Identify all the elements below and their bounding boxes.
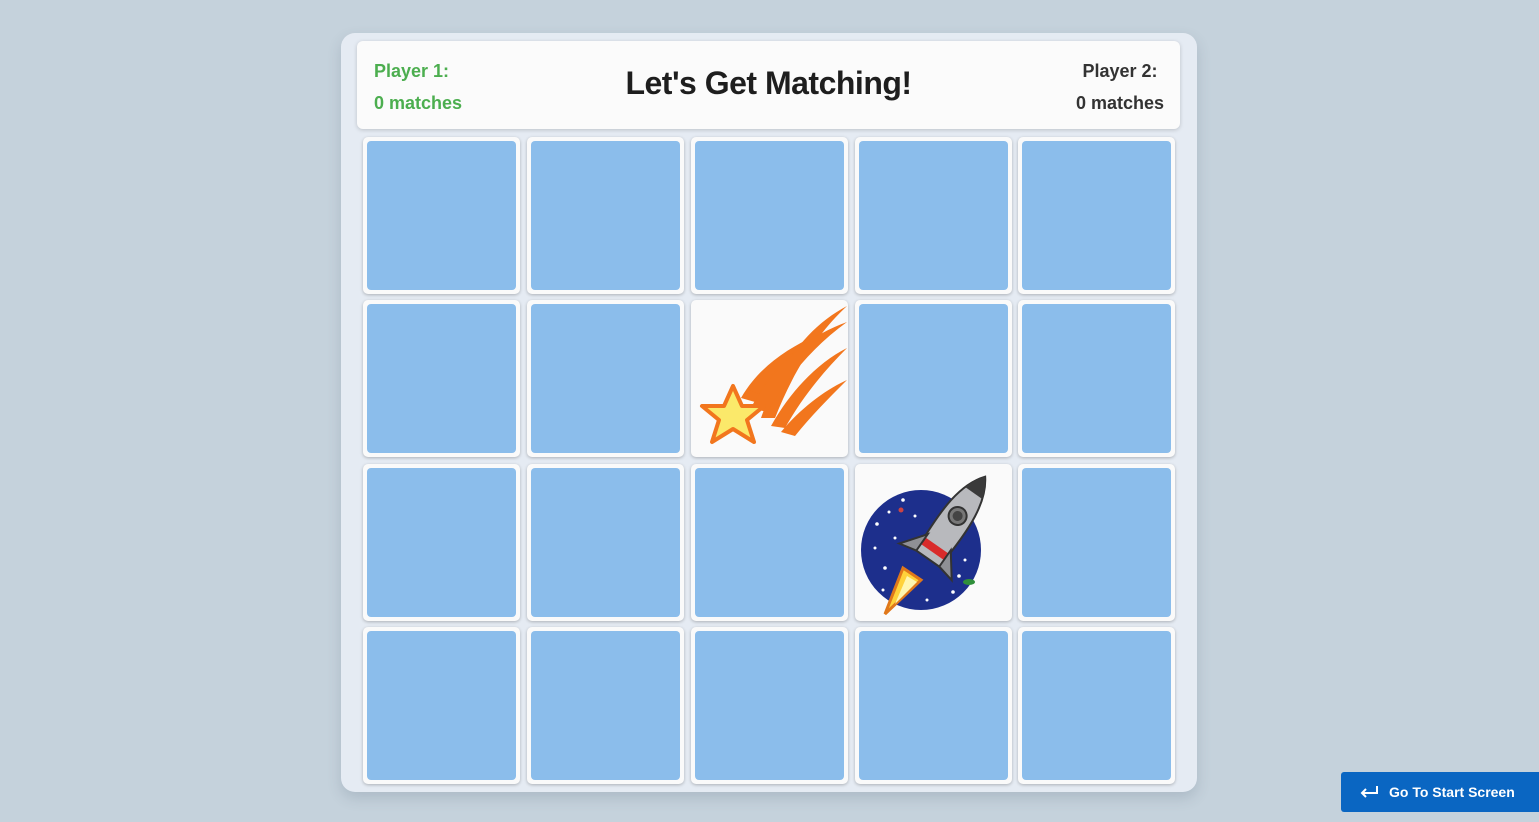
card-r4-c2[interactable] bbox=[527, 627, 684, 784]
card-back bbox=[1022, 304, 1171, 453]
card-back bbox=[695, 468, 844, 617]
card-back bbox=[531, 468, 680, 617]
card-r1-c3[interactable] bbox=[691, 137, 848, 294]
scoreboard-header: Player 1: 0 matches Let's Get Matching! … bbox=[357, 41, 1180, 129]
card-r2-c2[interactable] bbox=[527, 300, 684, 457]
return-arrow-icon bbox=[1359, 784, 1379, 803]
card-r4-c1[interactable] bbox=[363, 627, 520, 784]
card-back bbox=[1022, 631, 1171, 780]
card-back bbox=[531, 631, 680, 780]
card-r2-c4[interactable] bbox=[855, 300, 1012, 457]
card-r3-c1[interactable] bbox=[363, 464, 520, 621]
rocket-icon bbox=[861, 475, 987, 616]
card-r1-c2[interactable] bbox=[527, 137, 684, 294]
card-r4-c5[interactable] bbox=[1018, 627, 1175, 784]
player2-label: Player 2: bbox=[1082, 61, 1158, 81]
card-r3-c4-rocket[interactable] bbox=[855, 464, 1012, 621]
card-back bbox=[367, 631, 516, 780]
card-r1-c4[interactable] bbox=[855, 137, 1012, 294]
card-back bbox=[1022, 468, 1171, 617]
player2-score-panel: Player 2: 0 matches bbox=[1076, 55, 1164, 119]
card-back bbox=[531, 141, 680, 290]
card-r3-c3[interactable] bbox=[691, 464, 848, 621]
shooting-star-icon bbox=[700, 306, 847, 444]
card-r4-c3[interactable] bbox=[691, 627, 848, 784]
card-back bbox=[859, 304, 1008, 453]
card-back bbox=[531, 304, 680, 453]
card-r2-c1[interactable] bbox=[363, 300, 520, 457]
go-to-start-screen-button[interactable]: Go To Start Screen bbox=[1341, 772, 1539, 812]
card-r3-c2[interactable] bbox=[527, 464, 684, 621]
card-r2-c3-shooting-star[interactable] bbox=[691, 300, 848, 457]
card-r1-c5[interactable] bbox=[1018, 137, 1175, 294]
player2-score: 0 matches bbox=[1075, 93, 1164, 113]
card-back bbox=[695, 631, 844, 780]
card-back bbox=[367, 468, 516, 617]
card-r2-c5[interactable] bbox=[1018, 300, 1175, 457]
game-board: Player 1: 0 matches Let's Get Matching! … bbox=[341, 33, 1197, 792]
card-r3-c5[interactable] bbox=[1018, 464, 1175, 621]
card-r1-c1[interactable] bbox=[363, 137, 520, 294]
go-to-start-screen-label: Go To Start Screen bbox=[1389, 784, 1515, 800]
card-back bbox=[859, 141, 1008, 290]
card-back bbox=[367, 304, 516, 453]
card-back bbox=[367, 141, 516, 290]
card-back bbox=[695, 141, 844, 290]
card-back bbox=[859, 631, 1008, 780]
card-back bbox=[1022, 141, 1171, 290]
card-grid bbox=[363, 137, 1177, 789]
card-r4-c4[interactable] bbox=[855, 627, 1012, 784]
page-title: Let's Get Matching! bbox=[625, 65, 912, 101]
